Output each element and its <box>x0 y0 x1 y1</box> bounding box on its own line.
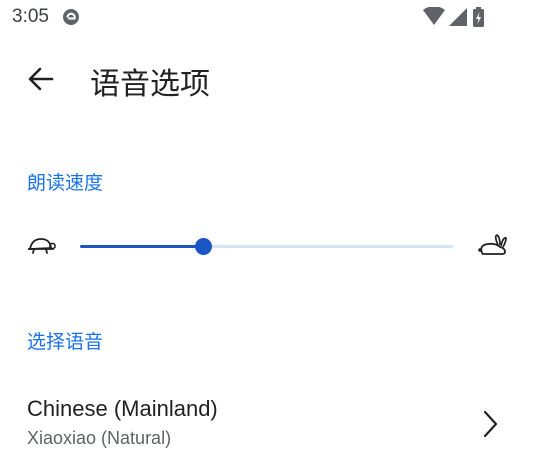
voice-selection-item[interactable]: Chinese (Mainland) Xiaoxiao (Natural) <box>0 385 533 461</box>
status-bar: 3:05 <box>0 0 533 36</box>
app-bar: 语音选项 <box>0 50 533 106</box>
app-notification-icon <box>62 8 80 31</box>
status-icons <box>423 7 493 29</box>
select-voice-header: 选择语音 <box>27 332 104 353</box>
turtle-icon <box>26 236 56 261</box>
slider-fill <box>80 245 204 248</box>
chevron-right-icon <box>478 409 502 444</box>
reading-speed-header: 朗读速度 <box>27 173 104 194</box>
voice-name: Xiaoxiao (Natural) <box>27 428 172 448</box>
back-button[interactable] <box>24 62 58 96</box>
arrow-back-icon <box>28 67 54 91</box>
status-time: 3:05 <box>12 6 49 27</box>
reading-speed-row <box>0 228 533 268</box>
page-title: 语音选项 <box>90 68 210 101</box>
cellular-signal-icon <box>449 8 467 26</box>
slider-thumb[interactable] <box>195 238 213 255</box>
wifi-icon <box>423 7 445 25</box>
reading-speed-slider[interactable] <box>80 236 453 258</box>
voice-language: Chinese (Mainland) <box>27 396 218 421</box>
battery-charging-icon <box>473 7 484 27</box>
rabbit-icon <box>476 233 508 262</box>
